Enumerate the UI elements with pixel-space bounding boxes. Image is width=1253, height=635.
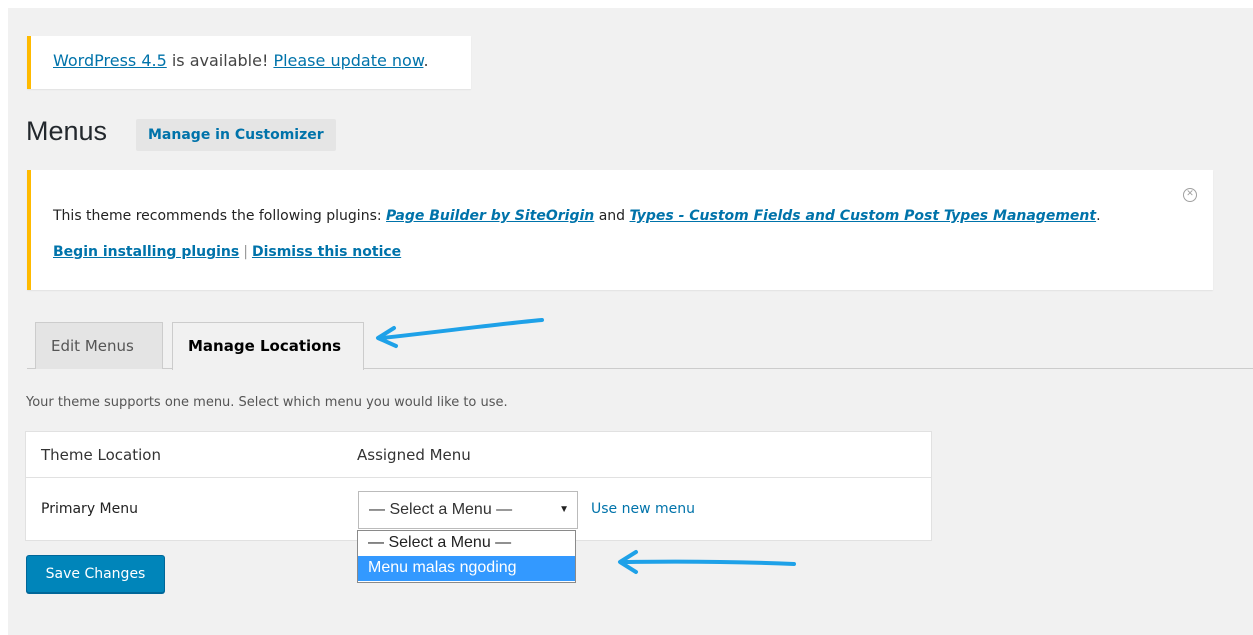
notice-line-plugins: This theme recommends the following plug… — [53, 208, 1101, 224]
dismiss-notice-link[interactable]: Dismiss this notice — [252, 244, 401, 260]
table-header: Theme Location Assigned Menu — [26, 432, 931, 478]
menu-select-dropdown: — Select a Menu — Menu malas ngoding — [357, 530, 576, 583]
location-label-primary-menu: Primary Menu — [41, 501, 138, 517]
notice-suffix: . — [1096, 208, 1101, 224]
notice-separator: | — [243, 244, 248, 260]
dismiss-close-icon[interactable]: ✕ — [1183, 188, 1197, 202]
tab-edit-menus[interactable]: Edit Menus — [35, 322, 163, 369]
use-new-menu-link[interactable]: Use new menu — [591, 501, 695, 517]
please-update-link[interactable]: Please update now — [273, 51, 423, 70]
begin-installing-plugins-link[interactable]: Begin installing plugins — [53, 244, 239, 260]
helper-text: Your theme supports one menu. Select whi… — [26, 395, 508, 410]
assigned-menu-select[interactable]: — Select a Menu — ▼ — [358, 491, 578, 529]
dropdown-option-select-menu[interactable]: — Select a Menu — — [358, 531, 575, 556]
select-value: — Select a Menu — — [369, 501, 513, 518]
notice-line-actions: Begin installing plugins | Dismiss this no… — [53, 244, 401, 260]
plugin-link-page-builder[interactable]: Page Builder by SiteOrigin — [386, 208, 594, 224]
notice-prefix: This theme recommends the following plug… — [53, 208, 387, 224]
dropdown-option-menu-malas-ngoding[interactable]: Menu malas ngoding — [358, 556, 575, 581]
page-title: Menus — [26, 116, 108, 146]
save-changes-button[interactable]: Save Changes — [26, 555, 165, 593]
menu-locations-table: Theme Location Assigned Menu Primary Men… — [25, 431, 932, 541]
select-caret-icon: ▼ — [559, 504, 569, 515]
wordpress-version-link[interactable]: WordPress 4.5 — [53, 51, 167, 70]
plugin-recommendation-notice: This theme recommends the following plug… — [27, 170, 1213, 290]
column-assigned-menu: Assigned Menu — [357, 446, 471, 464]
update-nag: WordPress 4.5 is available! Please updat… — [27, 36, 471, 89]
manage-in-customizer-button[interactable]: Manage in Customizer — [136, 119, 336, 151]
plugin-link-types[interactable]: Types - Custom Fields and Custom Post Ty… — [630, 208, 1097, 224]
notice-and: and — [594, 208, 630, 224]
annotation-arrow-tab-icon — [376, 318, 544, 348]
tab-manage-locations[interactable]: Manage Locations — [172, 322, 364, 370]
update-nag-text: is available! — [166, 51, 274, 70]
annotation-arrow-dropdown-icon — [618, 550, 796, 574]
update-nag-period: . — [423, 51, 429, 70]
column-theme-location: Theme Location — [41, 446, 161, 464]
